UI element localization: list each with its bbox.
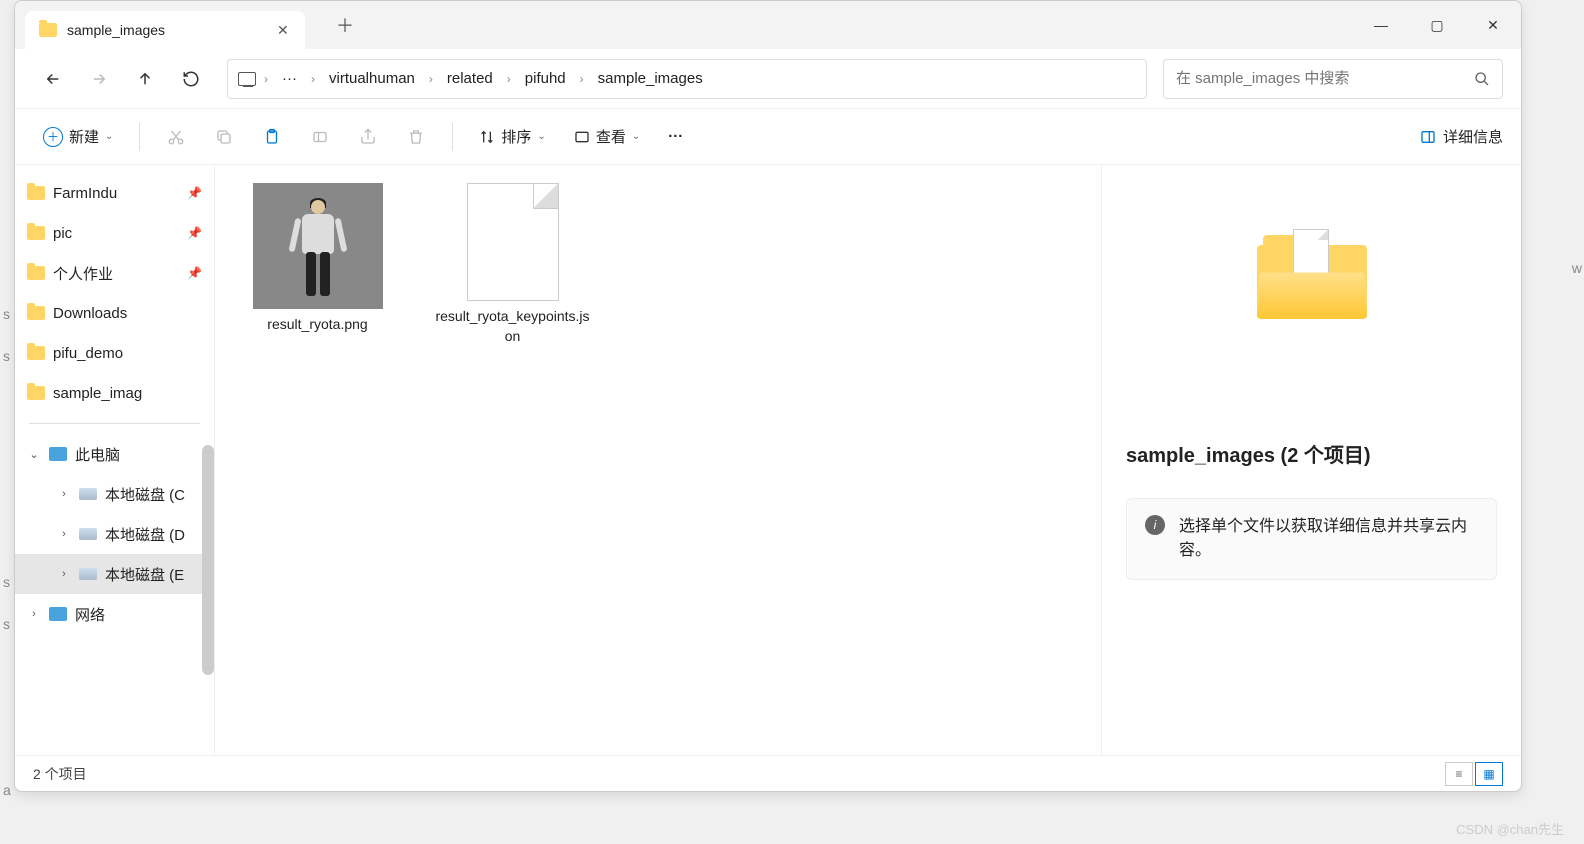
file-grid[interactable]: result_ryota.png result_ryota_keypoints.… [215,165,1101,755]
sidebar: FarmIndu📌 pic📌 个人作业📌 Downloads pifu_demo… [15,165,215,755]
copy-button[interactable] [204,117,244,157]
window-controls: — ▢ ✕ [1353,1,1521,49]
person-figure [298,196,338,296]
chevron-right-icon: › [580,72,584,86]
info-icon: i [1145,515,1165,535]
search-icon [1474,71,1490,87]
up-button[interactable] [125,59,165,99]
delete-button[interactable] [396,117,436,157]
file-explorer-window: sample_images ✕ ＋ — ▢ ✕ › ··· › virtualh… [14,0,1522,792]
content-area: result_ryota.png result_ryota_keypoints.… [215,165,1521,755]
chevron-right-icon: › [507,72,511,86]
folder-icon [27,386,45,400]
sidebar-drive[interactable]: ›本地磁盘 (C [15,474,214,514]
plus-circle-icon: ＋ [43,127,63,147]
item-count: 2 个项目 [33,764,87,784]
bg-text: s [3,616,1582,632]
more-icon: ··· [668,128,683,145]
search-box[interactable] [1163,59,1503,99]
sidebar-quick-item[interactable]: FarmIndu📌 [15,173,214,213]
refresh-button[interactable] [171,59,211,99]
rename-button[interactable] [300,117,340,157]
this-pc-icon [238,72,256,86]
sidebar-quick-item[interactable]: sample_imag [15,373,214,413]
folder-icon [39,23,57,37]
new-label: 新建 [69,126,99,147]
toolbar: ＋ 新建 ⌄ 排序 ⌄ 查看 ⌄ ··· 详细信息 [15,109,1521,165]
bg-text: w [1572,260,1582,276]
body: FarmIndu📌 pic📌 个人作业📌 Downloads pifu_demo… [15,165,1521,755]
chevron-down-icon[interactable]: ⌄ [27,448,41,461]
tab-title: sample_images [67,22,277,38]
chevron-right-icon: › [264,72,268,86]
minimize-button[interactable]: — [1353,1,1409,49]
separator [452,123,453,151]
details-title: sample_images (2 个项目) [1126,439,1497,468]
scrollbar[interactable] [202,445,214,675]
pin-icon: 📌 [187,266,202,280]
hint-text: 选择单个文件以获取详细信息并共享云内容。 [1179,515,1478,563]
chevron-right-icon: › [311,72,315,86]
drive-icon [79,528,97,540]
pin-icon: 📌 [187,226,202,240]
tab-current[interactable]: sample_images ✕ [25,11,305,49]
address-bar[interactable]: › ··· › virtualhuman › related › pifuhd … [227,59,1147,99]
cut-button[interactable] [156,117,196,157]
breadcrumb-segment[interactable]: pifuhd [519,66,572,91]
drive-icon [79,488,97,500]
chevron-right-icon[interactable]: › [57,528,71,540]
paste-button[interactable] [252,117,292,157]
pin-icon: 📌 [187,186,202,200]
sidebar-this-pc[interactable]: ⌄此电脑 [15,434,214,474]
chevron-right-icon[interactable]: › [57,488,71,500]
share-button[interactable] [348,117,388,157]
more-button[interactable]: ··· [658,122,693,151]
new-button[interactable]: ＋ 新建 ⌄ [33,120,123,153]
chevron-down-icon: ⌄ [537,131,545,142]
sidebar-quick-item[interactable]: 个人作业📌 [15,253,214,293]
search-input[interactable] [1176,70,1474,87]
divider [29,423,200,424]
bg-text: s [3,306,1582,322]
details-label: 详细信息 [1443,126,1503,147]
close-tab-icon[interactable]: ✕ [277,22,291,39]
sidebar-quick-item[interactable]: pic📌 [15,213,214,253]
chevron-down-icon: ⌄ [632,131,640,142]
back-button[interactable] [33,59,73,99]
maximize-button[interactable]: ▢ [1409,1,1465,49]
folder-icon [27,266,45,280]
details-pane: sample_images (2 个项目) i 选择单个文件以获取详细信息并共享… [1101,165,1521,755]
folder-icon [27,226,45,240]
sort-label: 排序 [501,126,531,147]
monitor-icon [49,447,67,461]
close-button[interactable]: ✕ [1465,1,1521,49]
separator [139,123,140,151]
sidebar-drive[interactable]: ›本地磁盘 (D [15,514,214,554]
forward-button[interactable] [79,59,119,99]
bg-text: s [3,348,1582,364]
breadcrumb-ellipsis[interactable]: ··· [276,66,303,91]
details-toggle[interactable]: 详细信息 [1419,126,1503,147]
folder-icon [27,186,45,200]
chevron-right-icon: › [429,72,433,86]
bg-text: a [3,782,1582,798]
breadcrumb-segment[interactable]: virtualhuman [323,66,421,91]
view-label: 查看 [596,126,626,147]
chevron-down-icon: ⌄ [105,131,113,142]
breadcrumb-segment[interactable]: sample_images [592,66,709,91]
sort-button[interactable]: 排序 ⌄ [469,120,555,153]
watermark: CSDN @chan先生 [1456,819,1564,838]
new-tab-button[interactable]: ＋ [325,12,365,38]
document-icon [467,183,559,301]
details-hint: i 选择单个文件以获取详细信息并共享云内容。 [1126,498,1497,580]
titlebar: sample_images ✕ ＋ — ▢ ✕ [15,1,1521,49]
navbar: › ··· › virtualhuman › related › pifuhd … [15,49,1521,109]
image-thumbnail [253,183,383,309]
breadcrumb-segment[interactable]: related [441,66,499,91]
bg-text: s [3,574,1582,590]
view-button[interactable]: 查看 ⌄ [564,120,650,153]
